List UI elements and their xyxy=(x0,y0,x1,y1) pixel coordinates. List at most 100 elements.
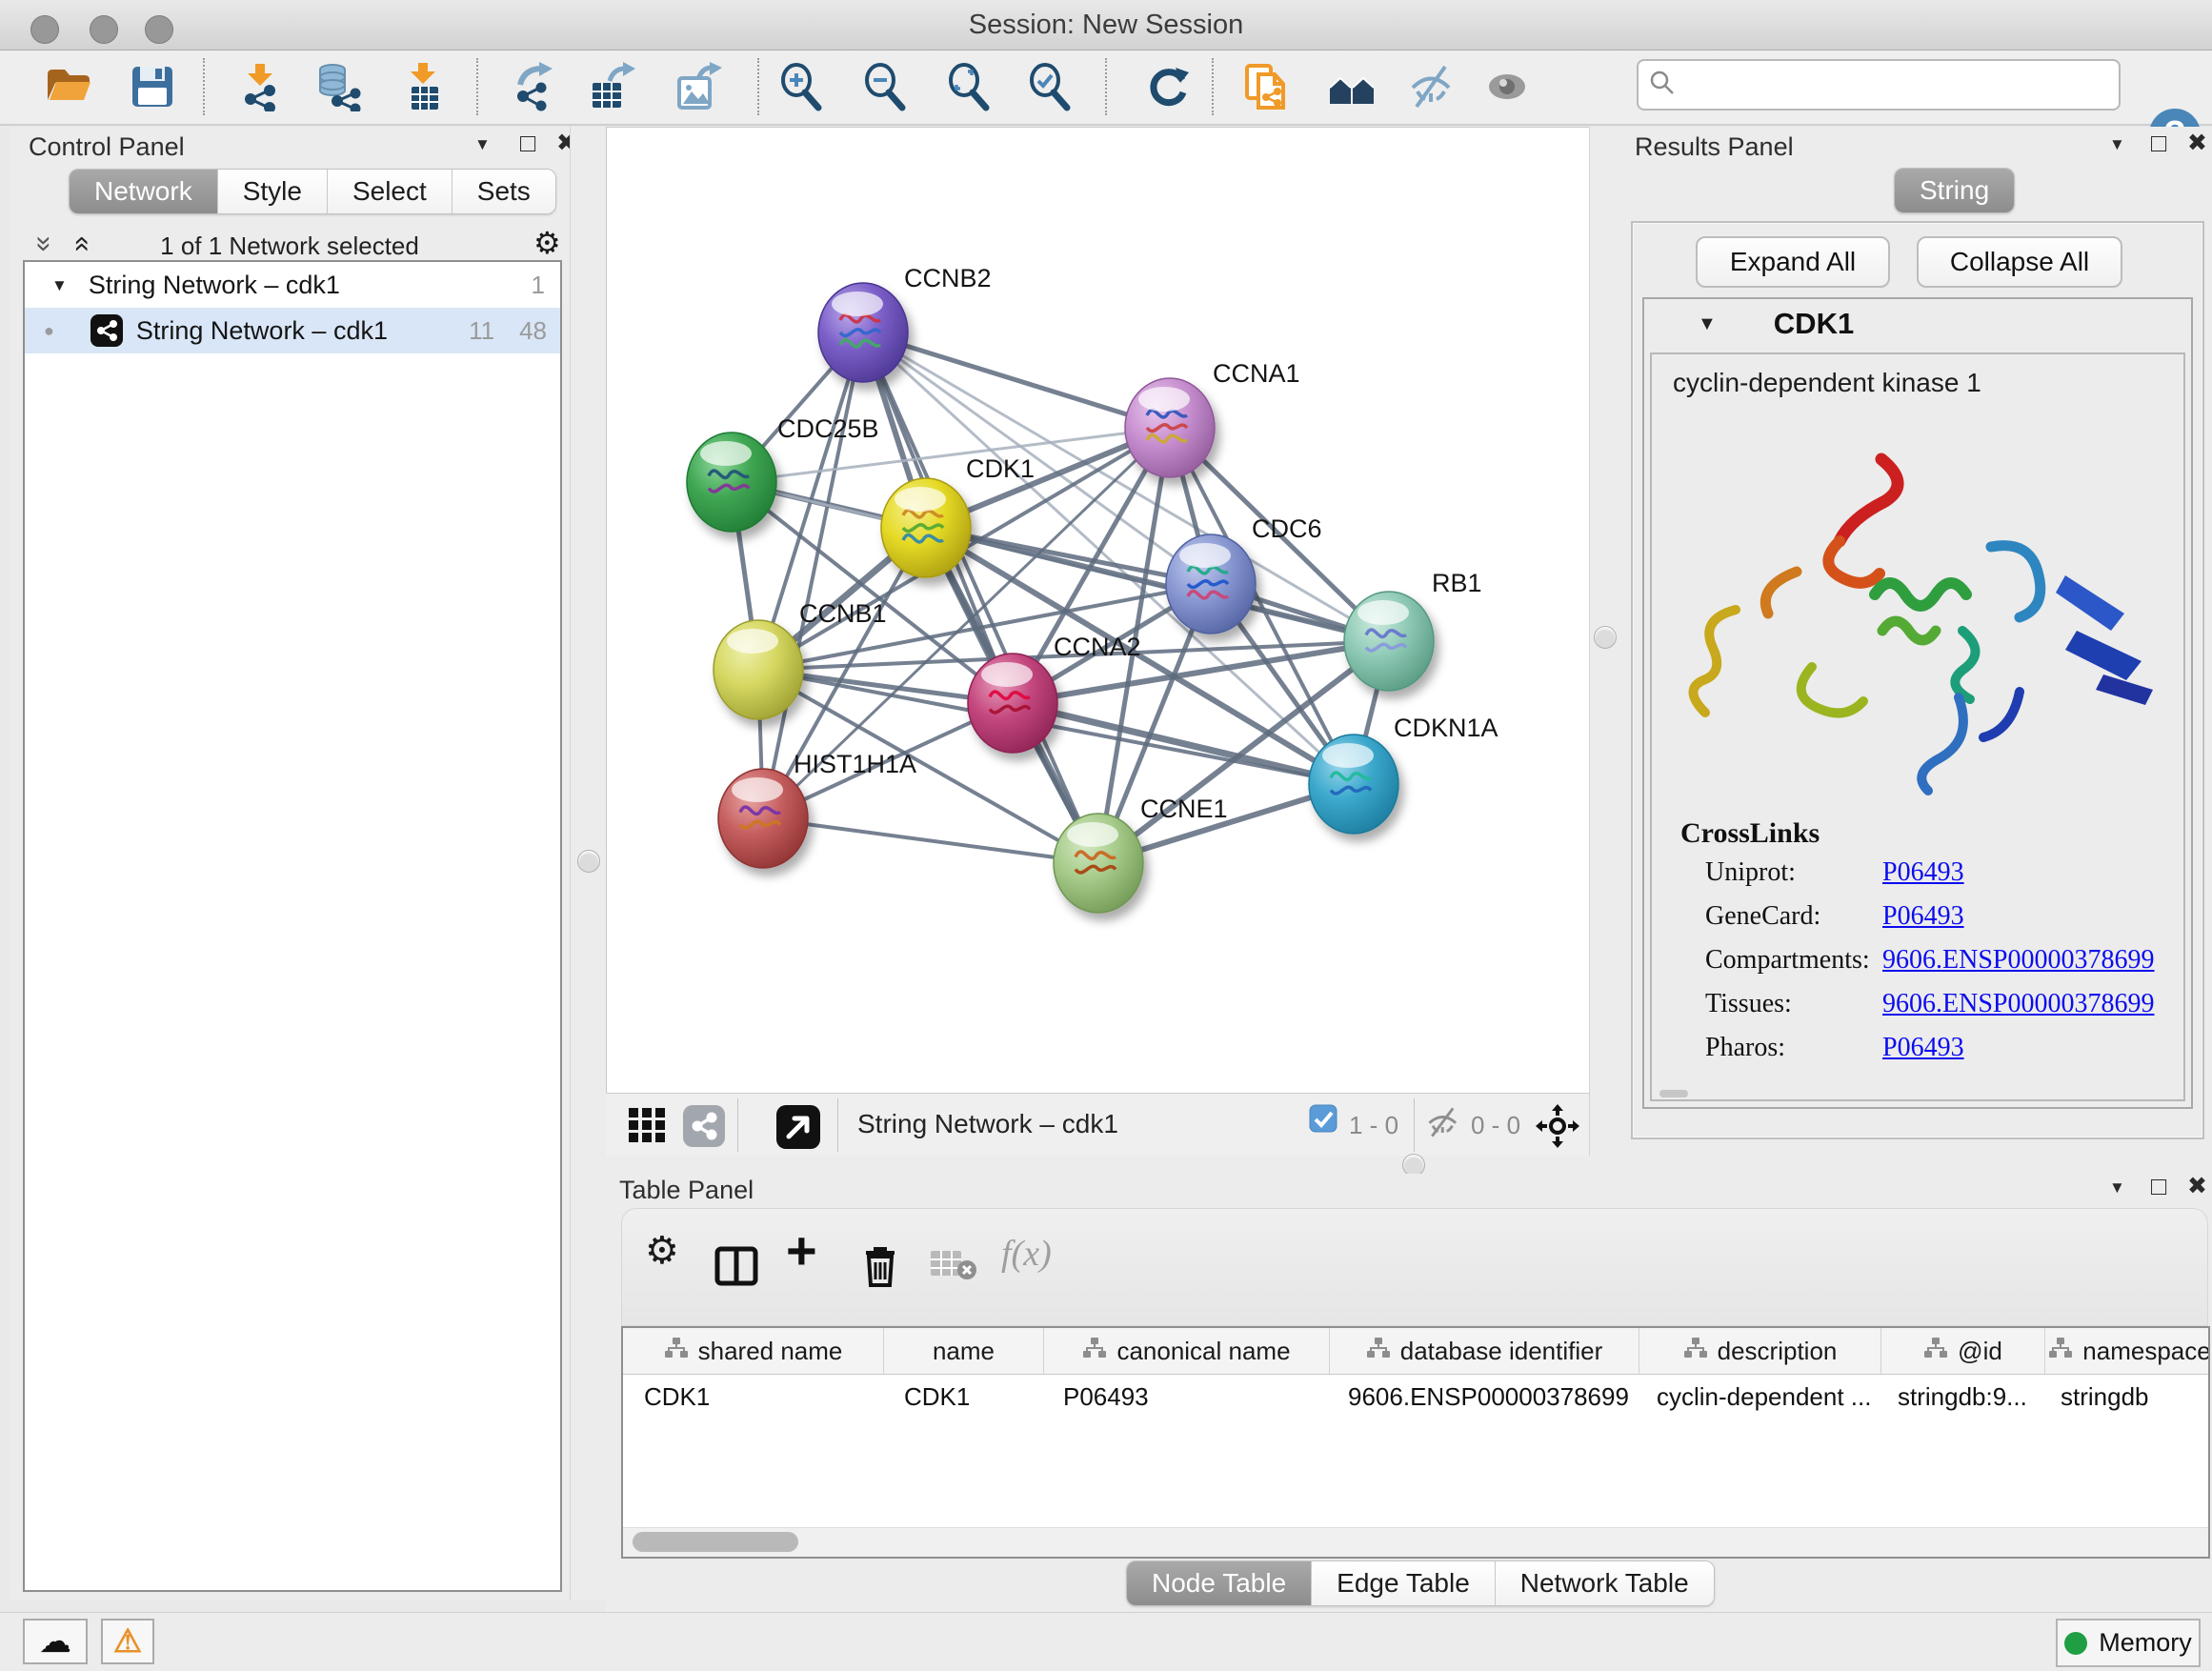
cell--id[interactable]: stringdb:9... xyxy=(1877,1375,2040,1419)
network-options-gear-icon[interactable]: ⚙ xyxy=(533,228,561,258)
crosslink-link[interactable]: P06493 xyxy=(1882,857,1964,888)
cell-database-identifier[interactable]: 9606.ENSP00000378699 xyxy=(1327,1375,1636,1419)
panel-float-icon[interactable]: □ xyxy=(2151,1174,2166,1199)
import-table-icon[interactable] xyxy=(396,60,450,113)
tree-expander-icon[interactable]: ▼ xyxy=(51,277,68,293)
table-row[interactable]: CDK1CDK1P064939606.ENSP00000378699cyclin… xyxy=(623,1375,2208,1419)
open-session-icon[interactable] xyxy=(42,60,95,113)
network-node-CCNA1[interactable] xyxy=(1125,378,1215,477)
collapse-all-button[interactable]: Collapse All xyxy=(1917,236,2122,288)
zoom-selected-icon[interactable] xyxy=(1023,60,1076,113)
search-input[interactable] xyxy=(1686,70,2119,101)
single-view-icon[interactable] xyxy=(682,1104,726,1148)
save-session-icon[interactable] xyxy=(126,60,179,113)
cell-namespace[interactable]: stringdb xyxy=(2040,1375,2208,1419)
expand-all-button[interactable]: Expand All xyxy=(1696,236,1890,288)
cell-canonical-name[interactable]: P06493 xyxy=(1042,1375,1327,1419)
tab-edge-table[interactable]: Edge Table xyxy=(1312,1561,1496,1605)
grid-view-icon[interactable] xyxy=(627,1104,667,1144)
column-header-namespace[interactable]: namespace xyxy=(2044,1328,2210,1374)
crosslink-link[interactable]: 9606.ENSP00000378699 xyxy=(1882,989,2154,1019)
import-network-icon[interactable] xyxy=(234,60,288,113)
network-node-CCNE1[interactable] xyxy=(1054,814,1143,913)
new-network-from-selection-icon[interactable] xyxy=(1242,60,1296,113)
column-header-description[interactable]: description xyxy=(1639,1328,1880,1374)
right-splitter-handle[interactable] xyxy=(1594,626,1617,649)
right-splitter[interactable] xyxy=(1589,127,1621,1156)
column-header-database-identifier[interactable]: database identifier xyxy=(1329,1328,1639,1374)
cell-description[interactable]: cyclin-dependent ... xyxy=(1636,1375,1877,1419)
tab-select[interactable]: Select xyxy=(328,170,452,213)
network-node-CCNB2[interactable] xyxy=(818,283,908,382)
panel-close-icon[interactable]: ✖ xyxy=(2187,1175,2207,1198)
section-expander-icon[interactable]: ▼ xyxy=(1698,314,1717,333)
zoom-out-icon[interactable] xyxy=(858,60,912,113)
network-node-CCNA2[interactable] xyxy=(968,654,1057,753)
panel-close-icon[interactable]: ✖ xyxy=(2187,131,2207,155)
tab-network[interactable]: Network xyxy=(70,170,218,213)
horizontal-splitter[interactable] xyxy=(606,1156,2212,1174)
crosslinks-title: CrossLinks xyxy=(1680,817,1820,850)
cell-name[interactable]: CDK1 xyxy=(883,1375,1042,1419)
show-all-icon[interactable] xyxy=(1481,60,1535,113)
column-header-shared-name[interactable]: shared name xyxy=(623,1328,883,1374)
network-label: String Network – cdk1 xyxy=(136,316,388,346)
warnings-button[interactable]: ⚠ xyxy=(101,1619,154,1664)
gene-section-header[interactable]: ▼ CDK1 xyxy=(1644,299,2191,349)
export-table-icon[interactable] xyxy=(587,60,640,113)
tab-string[interactable]: String xyxy=(1895,169,2014,212)
birds-eye-toggle-icon[interactable] xyxy=(1536,1104,1579,1148)
column-header--id[interactable]: @id xyxy=(1880,1328,2044,1374)
left-splitter[interactable] xyxy=(570,127,608,1601)
delete-column-trash-icon[interactable] xyxy=(858,1243,902,1289)
network-node-HIST1H1A[interactable] xyxy=(718,769,808,868)
zoom-fit-icon[interactable] xyxy=(942,60,995,113)
tab-style[interactable]: Style xyxy=(218,170,328,213)
results-hscrollbar-thumb[interactable] xyxy=(1659,1090,1688,1097)
panel-collapse-icon[interactable]: ▼ xyxy=(2109,136,2125,152)
panel-collapse-icon[interactable]: ▼ xyxy=(2109,1179,2125,1196)
crosslink-link[interactable]: P06493 xyxy=(1882,1033,1964,1063)
cloud-button[interactable]: ☁ xyxy=(23,1619,88,1664)
column-header-canonical-name[interactable]: canonical name xyxy=(1043,1328,1329,1374)
table-options-gear-icon[interactable]: ⚙ xyxy=(645,1232,679,1270)
export-network-icon[interactable] xyxy=(509,60,562,113)
network-node-CCNB1[interactable] xyxy=(714,620,803,719)
apply-layout-icon[interactable] xyxy=(1141,60,1195,113)
first-neighbors-icon[interactable] xyxy=(1326,60,1379,113)
memory-button[interactable]: Memory xyxy=(2056,1619,2201,1667)
selected-checkbox-icon[interactable] xyxy=(1309,1104,1337,1133)
tab-network-table[interactable]: Network Table xyxy=(1496,1561,1714,1605)
network-node-RB1[interactable] xyxy=(1344,592,1434,691)
hide-selected-icon[interactable] xyxy=(1405,60,1458,113)
create-column-plus-icon[interactable]: + xyxy=(786,1224,817,1278)
panel-float-icon[interactable]: □ xyxy=(520,131,535,156)
network-node-CDC6[interactable] xyxy=(1166,534,1256,634)
panel-float-icon[interactable]: □ xyxy=(2151,131,2166,156)
panel-collapse-icon[interactable]: ▼ xyxy=(474,136,491,152)
show-columns-icon[interactable] xyxy=(714,1243,759,1289)
network-collection-row[interactable]: ▼ String Network – cdk1 1 xyxy=(25,262,560,308)
crosslink-link[interactable]: P06493 xyxy=(1882,901,1964,932)
column-header-name[interactable]: name xyxy=(883,1328,1043,1374)
network-node-CDC25B[interactable] xyxy=(687,433,776,532)
detach-view-icon[interactable] xyxy=(775,1104,821,1150)
network-edge-CCNB2-CCNE1[interactable] xyxy=(863,332,1098,863)
network-edge-CCNB2-CCNA1[interactable] xyxy=(863,332,1170,428)
network-node-CDK1[interactable] xyxy=(881,478,971,577)
network-edge-CCNE1-HIST1H1A[interactable] xyxy=(763,818,1098,863)
zoom-in-icon[interactable] xyxy=(774,60,828,113)
tab-sets[interactable]: Sets xyxy=(452,170,555,213)
network-row[interactable]: ● String Network – cdk1 11 48 xyxy=(25,308,560,353)
tab-node-table[interactable]: Node Table xyxy=(1127,1561,1312,1605)
table-hscrollbar-thumb[interactable] xyxy=(633,1532,798,1552)
crosslink-link[interactable]: 9606.ENSP00000378699 xyxy=(1882,945,2154,976)
hidden-eye-icon xyxy=(1425,1104,1461,1140)
import-network-database-icon[interactable] xyxy=(314,60,368,113)
left-splitter-handle[interactable] xyxy=(577,850,600,873)
export-image-icon[interactable] xyxy=(674,60,727,113)
network-canvas[interactable]: CCNB2CCNA1CDC25BCDK1CDC6RB1CCNB1CCNA2CDK… xyxy=(606,127,1591,1095)
table-hscrollbar[interactable] xyxy=(623,1527,2208,1557)
network-node-CDKN1A[interactable] xyxy=(1309,735,1398,834)
cell-shared-name[interactable]: CDK1 xyxy=(623,1375,883,1419)
